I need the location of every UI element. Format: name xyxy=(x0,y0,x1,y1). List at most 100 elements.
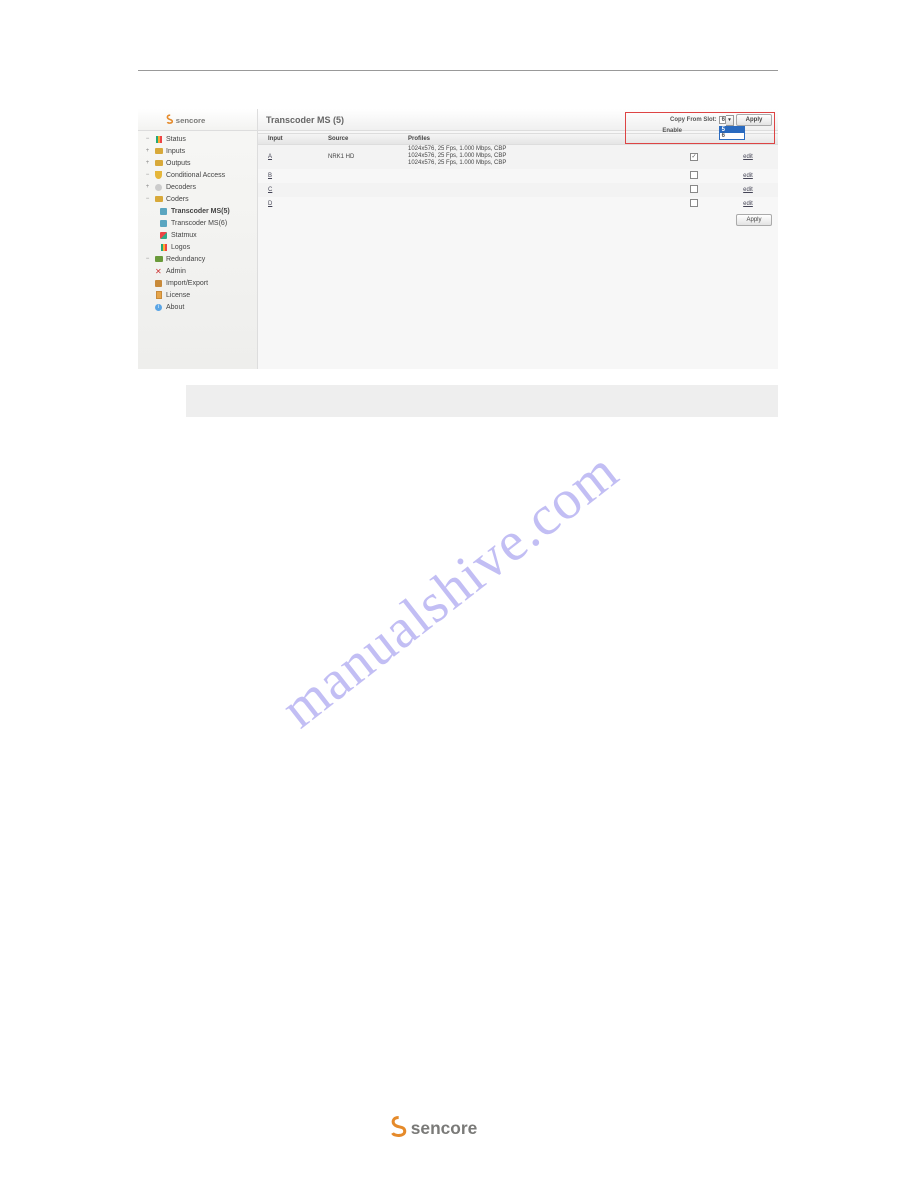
sidebar-item-label: Outputs xyxy=(166,160,191,167)
cell-edit: edit xyxy=(718,173,778,179)
cell-edit: edit xyxy=(718,201,778,207)
table-row: Bedit xyxy=(258,169,778,183)
copy-from-slot-region: Copy From Slot: 6▾ 56 Apply Enable xyxy=(625,112,775,144)
table-footer: Apply xyxy=(258,211,778,229)
table-row: Dedit xyxy=(258,197,778,211)
chevron-down-icon: ▾ xyxy=(726,115,734,126)
bar-icon xyxy=(154,135,163,144)
doc-icon xyxy=(154,291,163,300)
profile-line: 1024x576, 25 Fps, 1.000 Mbps, CBP xyxy=(408,160,670,167)
apply-button[interactable]: Apply xyxy=(736,214,772,226)
shield-icon xyxy=(154,171,163,180)
table-body: ANRK1 HD1024x576, 25 Fps, 1.000 Mbps, CB… xyxy=(258,145,778,211)
sidebar-item-label: Coders xyxy=(166,196,189,203)
sidebar-item-redundancy[interactable]: −Redundancy xyxy=(138,253,257,265)
sidebar: sencore −Status+Inputs+Outputs−Condition… xyxy=(138,109,258,369)
copy-from-slot-label: Copy From Slot: xyxy=(670,117,717,123)
edit-link[interactable]: edit xyxy=(743,173,753,179)
edit-link[interactable]: edit xyxy=(743,154,753,160)
sq-cyan-icon xyxy=(159,207,168,216)
expander-icon: − xyxy=(144,196,151,203)
enable-header-row: Enable xyxy=(628,128,772,134)
sq-cyan-icon xyxy=(159,219,168,228)
sidebar-item-label: Admin xyxy=(166,268,186,275)
sidebar-item-decoders[interactable]: + Decoders xyxy=(138,181,257,193)
folder-green-icon xyxy=(154,255,163,264)
expander-icon: − xyxy=(144,136,151,143)
input-link[interactable]: A xyxy=(268,154,272,160)
footer-logo: sencore xyxy=(0,1114,918,1140)
sidebar-item-status[interactable]: − Status xyxy=(138,133,257,145)
table-row: Cedit xyxy=(258,183,778,197)
page-rule xyxy=(138,70,778,71)
slot-select[interactable]: 6▾ 56 xyxy=(719,115,734,126)
col-input: Input xyxy=(258,136,328,142)
copy-from-slot-row: Copy From Slot: 6▾ 56 Apply xyxy=(628,114,772,126)
cell-input: B xyxy=(258,173,328,179)
expander-icon: − xyxy=(144,172,151,179)
sidebar-item-admin[interactable]: ✕Admin xyxy=(138,265,257,277)
svg-text:sencore: sencore xyxy=(176,115,206,124)
cell-edit: edit xyxy=(718,154,778,160)
caption-band xyxy=(186,385,778,417)
cell-edit: edit xyxy=(718,187,778,193)
expander-icon xyxy=(144,292,151,299)
pkg-icon xyxy=(154,279,163,288)
nav: −Status+Inputs+Outputs−Conditional Acces… xyxy=(138,131,257,315)
input-link[interactable]: C xyxy=(268,187,272,193)
slot-dropdown[interactable]: 56 xyxy=(719,126,745,140)
input-link[interactable]: D xyxy=(268,201,272,207)
sidebar-item-label: Transcoder MS(5) xyxy=(171,208,230,215)
sidebar-item-label: Status xyxy=(166,136,186,143)
sidebar-item-label: Logos xyxy=(171,244,190,251)
sidebar-item-logos[interactable]: Logos xyxy=(138,241,257,253)
folder-yellow-icon xyxy=(154,147,163,156)
x-icon: ✕ xyxy=(154,267,163,276)
cell-enable xyxy=(670,199,718,209)
apply-copy-button[interactable]: Apply xyxy=(736,114,772,126)
sidebar-item-transcoder-ms-5-[interactable]: Transcoder MS(5) xyxy=(138,205,257,217)
svg-text:sencore: sencore xyxy=(410,1118,477,1138)
expander-icon: − xyxy=(144,256,151,263)
table-row: ANRK1 HD1024x576, 25 Fps, 1.000 Mbps, CB… xyxy=(258,145,778,169)
sidebar-item-conditional-access[interactable]: − Conditional Access xyxy=(138,169,257,181)
sidebar-item-license[interactable]: License xyxy=(138,289,257,301)
sidebar-item-coders[interactable]: − Coders xyxy=(138,193,257,205)
slot-option[interactable]: 6 xyxy=(720,133,744,139)
disc-icon xyxy=(154,183,163,192)
expander-icon xyxy=(144,280,151,287)
sidebar-item-import-export[interactable]: Import/Export xyxy=(138,277,257,289)
brand-logo: sencore xyxy=(138,109,257,131)
bar-icon xyxy=(159,243,168,252)
enable-checkbox[interactable] xyxy=(690,171,698,179)
sidebar-item-label: About xyxy=(166,304,184,311)
cell-input: C xyxy=(258,187,328,193)
sidebar-item-label: Statmux xyxy=(171,232,197,239)
edit-link[interactable]: edit xyxy=(743,201,753,207)
profile-line: 1024x576, 25 Fps, 1.000 Mbps, CBP xyxy=(408,153,670,160)
app-screenshot: sencore −Status+Inputs+Outputs−Condition… xyxy=(138,109,778,369)
sencore-logo-icon: sencore xyxy=(166,113,229,127)
expander-icon xyxy=(144,304,151,311)
folder-yellow-icon xyxy=(154,159,163,168)
enable-checkbox[interactable] xyxy=(690,185,698,193)
expander-icon: + xyxy=(144,184,151,191)
enable-checkbox[interactable] xyxy=(690,199,698,207)
sidebar-item-label: Conditional Access xyxy=(166,172,225,179)
slot-select-value: 6 xyxy=(719,116,726,124)
col-source: Source xyxy=(328,136,408,142)
sidebar-item-about[interactable]: iAbout xyxy=(138,301,257,313)
expander-icon xyxy=(144,268,151,275)
sq-multi-icon xyxy=(159,231,168,240)
sidebar-item-label: Decoders xyxy=(166,184,196,191)
cell-enable xyxy=(670,185,718,195)
sidebar-item-label: Transcoder MS(6) xyxy=(171,220,227,227)
enable-checkbox[interactable] xyxy=(690,153,698,161)
input-link[interactable]: B xyxy=(268,173,272,179)
sidebar-item-inputs[interactable]: +Inputs xyxy=(138,145,257,157)
edit-link[interactable]: edit xyxy=(743,187,753,193)
folder-yellow-icon xyxy=(154,195,163,204)
sidebar-item-outputs[interactable]: +Outputs xyxy=(138,157,257,169)
sidebar-item-transcoder-ms-6-[interactable]: Transcoder MS(6) xyxy=(138,217,257,229)
sidebar-item-statmux[interactable]: Statmux xyxy=(138,229,257,241)
